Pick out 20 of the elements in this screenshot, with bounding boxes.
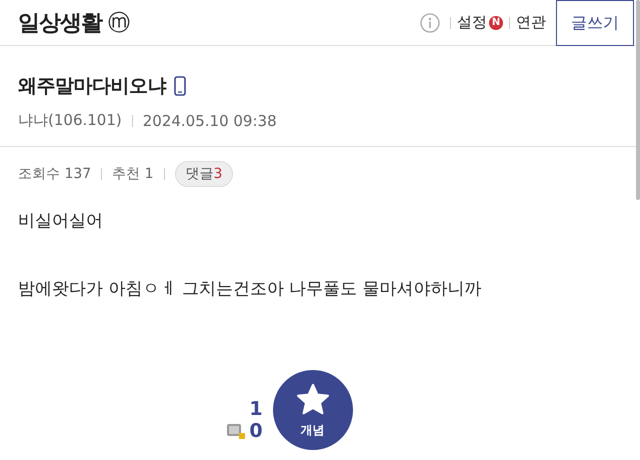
header-link[interactable]: 연관 — [516, 13, 546, 32]
comment-count-button[interactable]: 댓글3 — [174, 161, 234, 187]
header-link[interactable]: 설정 N — [457, 13, 503, 32]
post-text: 밤에왓다가 아침ㅇㅔ 그치는건조아 나무풀도 물마셔야하니까 — [18, 278, 483, 300]
write-button[interactable]: 글쓰기 — [556, 0, 634, 46]
new-badge: N — [489, 16, 503, 30]
badge-icon — [227, 423, 246, 439]
board-title[interactable]: 일상생활 — [18, 8, 102, 38]
board-mark-label: ⓜ — [108, 10, 130, 38]
post-stat: 조회수 137 — [18, 165, 92, 183]
recommend-button[interactable]: 개념 — [272, 370, 353, 450]
fixed-count: 0 — [249, 420, 263, 442]
post-author[interactable]: 냐냐(106.101) — [18, 111, 122, 130]
post-text: 비실어실어 — [18, 210, 104, 232]
post-title: 왜주말마다비오냐 — [18, 74, 166, 99]
post-date: 2024.05.10 09:38 — [142, 112, 277, 130]
post-stat: 추천 1 — [112, 165, 154, 183]
recommend-count: 1 — [249, 398, 263, 420]
info-icon[interactable] — [420, 12, 440, 32]
scrollbar[interactable] — [636, 0, 640, 200]
